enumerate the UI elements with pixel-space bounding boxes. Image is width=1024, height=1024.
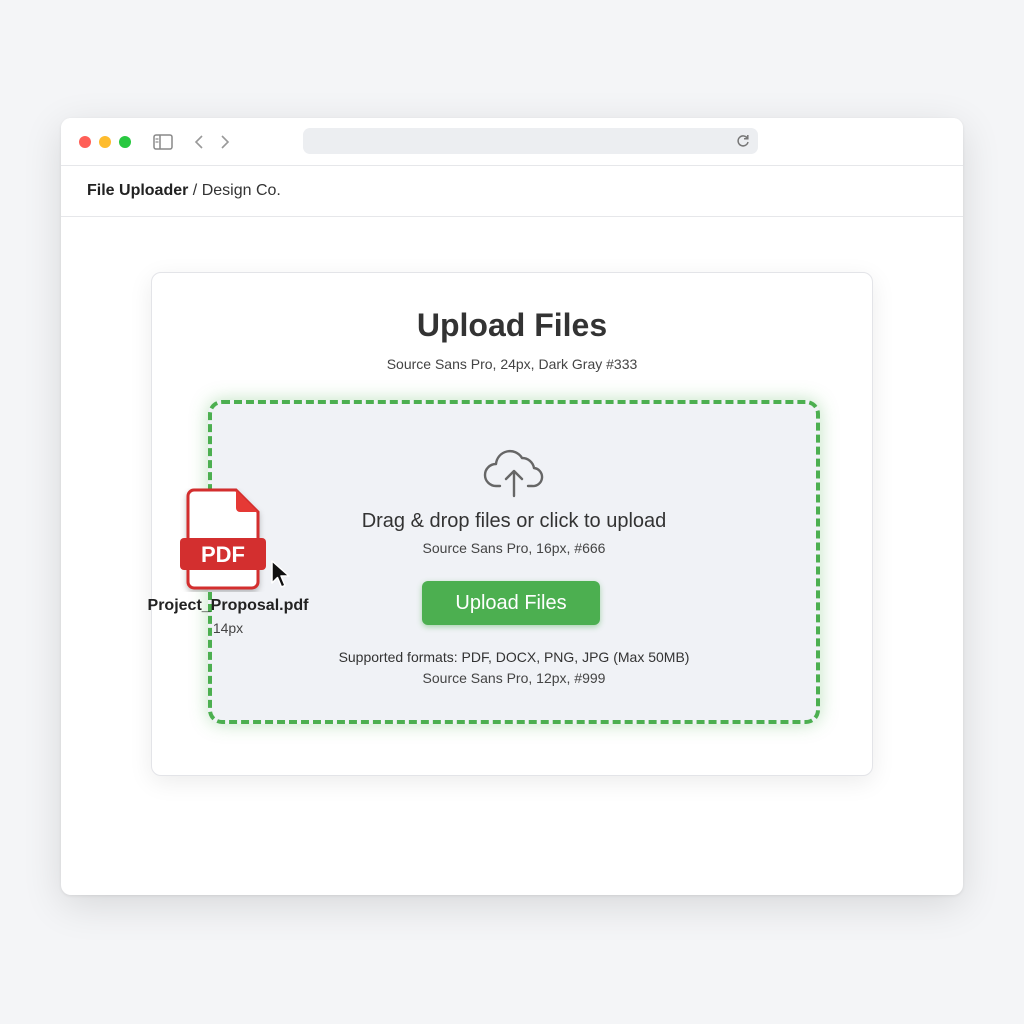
address-bar[interactable]: [303, 128, 758, 154]
card-title: Upload Files: [416, 307, 608, 343]
app-header: File Uploader / Design Co.: [61, 166, 963, 217]
breadcrumb-app-name[interactable]: File Uploader: [87, 182, 188, 199]
supported-formats-spec: Source Sans Pro, 12px, #999: [422, 670, 606, 686]
breadcrumb-separator: /: [188, 182, 202, 199]
forward-arrow-icon[interactable]: [213, 130, 237, 154]
reload-icon[interactable]: [734, 132, 752, 150]
back-arrow-icon[interactable]: [187, 130, 211, 154]
upload-files-button[interactable]: Upload Files: [422, 581, 600, 625]
mouse-pointer-icon: [270, 559, 292, 591]
pdf-file-icon: PDF: [178, 488, 270, 592]
sidebar-toggle-icon[interactable]: [151, 130, 175, 154]
cloud-upload-icon: [482, 448, 546, 500]
card-title-spec: Source Sans Pro, 24px, Dark Gray #333: [386, 356, 638, 372]
breadcrumb: File Uploader / Design Co.: [87, 182, 281, 200]
title-bar: [61, 118, 963, 166]
dragged-file-spec: 14px: [212, 620, 244, 636]
pdf-icon-label: PDF: [201, 542, 245, 567]
minimize-window-button[interactable]: [99, 136, 111, 148]
dragged-file-name: Project_Proposal.pdf: [147, 597, 309, 614]
dragged-file[interactable]: PDF Project_Proposal.pdf 14px: [132, 486, 332, 646]
breadcrumb-org-name[interactable]: Design Co.: [202, 182, 281, 199]
maximize-window-button[interactable]: [119, 136, 131, 148]
supported-formats: Supported formats: PDF, DOCX, PNG, JPG (…: [338, 649, 690, 665]
close-window-button[interactable]: [79, 136, 91, 148]
